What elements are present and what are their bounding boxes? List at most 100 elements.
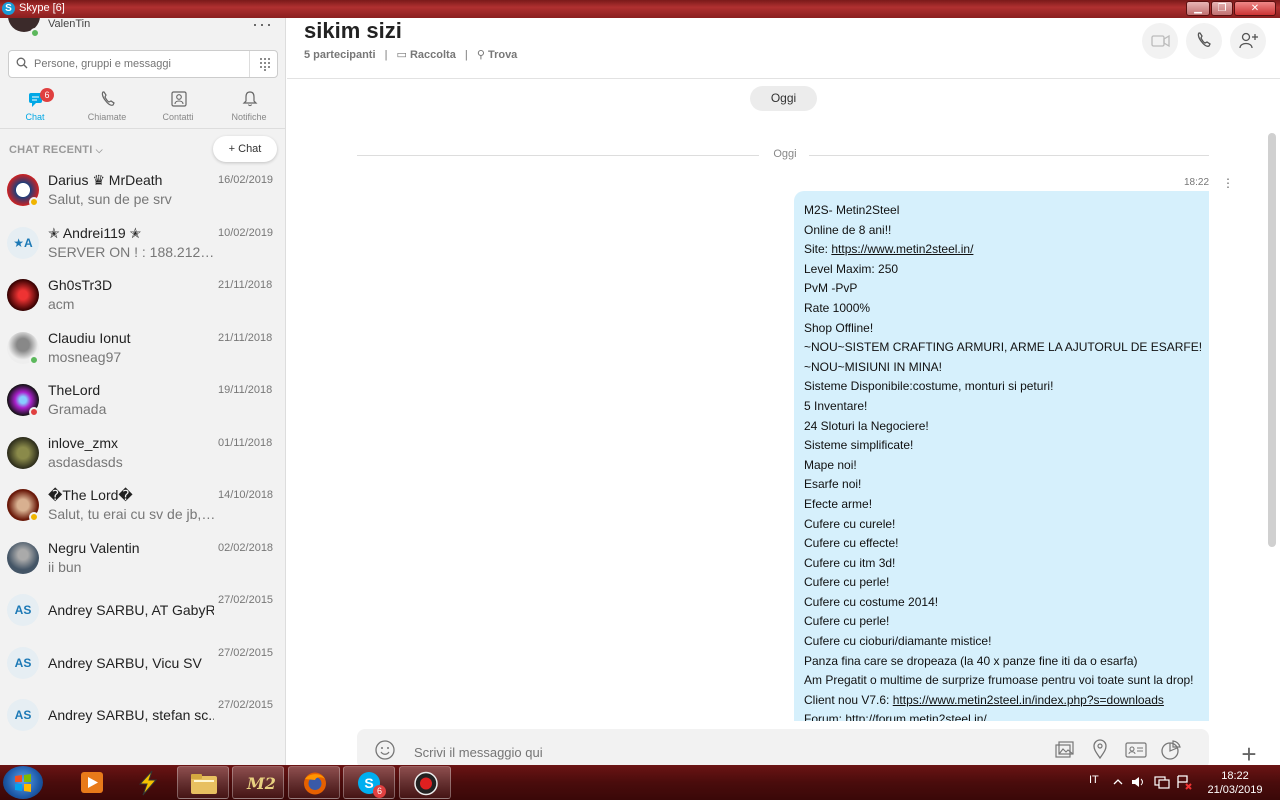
conversation-pane: sikim sizi 5 partecipanti | ▭ Raccolta |… xyxy=(287,18,1280,769)
message-line: Cufere cu cioburi/diamante mistice! xyxy=(804,632,1199,652)
message-line: Level Maxim: 250 xyxy=(804,260,1199,280)
minimize-button[interactable]: ▁ xyxy=(1186,1,1210,16)
taskbar-app[interactable] xyxy=(122,766,174,799)
video-call-button[interactable] xyxy=(1142,23,1178,59)
contact-card-icon[interactable] xyxy=(1124,739,1148,761)
volume-icon[interactable] xyxy=(1130,774,1146,790)
taskbar-media-player[interactable] xyxy=(66,766,118,799)
media-player-icon xyxy=(81,772,103,793)
start-button[interactable] xyxy=(3,766,43,799)
chat-list-item[interactable]: Gh0sTr3D acm 21/11/2018 xyxy=(0,277,285,329)
client-download-link[interactable]: https://www.metin2steel.in/index.php?s=d… xyxy=(893,693,1164,707)
chat-name: Darius ♛ MrDeath xyxy=(48,172,163,188)
search-input[interactable] xyxy=(34,55,244,73)
image-gallery-icon[interactable] xyxy=(1053,739,1075,761)
meta-separator: | xyxy=(464,49,468,61)
presence-status-icon xyxy=(29,354,39,365)
message-input[interactable] xyxy=(414,743,814,761)
tab-notifications[interactable]: Notifiche xyxy=(219,88,279,128)
chat-list-item[interactable]: AS Andrey SARBU, AT GabyR... 27/02/2015 xyxy=(0,592,285,644)
scrollbar[interactable] xyxy=(1268,133,1276,547)
new-chat-button[interactable]: + Chat xyxy=(213,136,277,162)
search-icon xyxy=(16,57,28,69)
network-icon[interactable] xyxy=(1153,774,1171,790)
maximize-button[interactable]: ❐ xyxy=(1211,1,1233,16)
message-line: Cufere cu itm 3d! xyxy=(804,554,1199,574)
chat-list-item[interactable]: AS Andrey SARBU, stefan sc... 27/02/2015 xyxy=(0,697,285,749)
contact-avatar: ★A xyxy=(7,226,39,259)
message-text: Cufere cu perle! xyxy=(804,614,890,629)
tray-expand-icon[interactable] xyxy=(1113,777,1123,787)
chat-list-item[interactable]: TheLord Gramada 19/11/2018 xyxy=(0,382,285,434)
search-box[interactable] xyxy=(8,50,278,78)
taskbar-metin2[interactable]: M2 xyxy=(232,766,284,799)
unread-badge: 6 xyxy=(40,88,54,102)
message-bubble[interactable]: M2S- Metin2Steel Online de 8 ani!! Site: h… xyxy=(794,191,1209,721)
message-text: Panza fina care se dropeaza (la 40 x pan… xyxy=(804,653,1138,668)
message-line: Site: https://www.metin2steel.in/ xyxy=(804,240,1199,260)
participants-link[interactable]: 5 partecipanti xyxy=(304,49,376,61)
message-line: Forum: http://forum.metin2steel.in/ xyxy=(804,710,1199,721)
language-indicator[interactable]: IT xyxy=(1089,774,1099,786)
search-separator xyxy=(249,51,250,77)
message-line: Am Pregatit o multime de surprize frumoa… xyxy=(804,671,1199,691)
taskbar-firefox[interactable] xyxy=(288,766,340,799)
skype-icon: S xyxy=(358,772,380,794)
chat-name: Negru Valentin xyxy=(48,539,140,556)
message-line: Shop Offline! xyxy=(804,319,1199,339)
taskbar-recorder[interactable] xyxy=(399,766,451,799)
message-options-button[interactable]: ⋮ xyxy=(1222,176,1234,190)
date-pill: Oggi xyxy=(750,86,817,111)
system-clock[interactable]: 18:22 21/03/2019 xyxy=(1205,769,1265,797)
message-text: Am Pregatit o multime de surprize frumoa… xyxy=(804,673,1194,688)
chat-list-item[interactable]: inlove_zmx asdasdasds 01/11/2018 xyxy=(0,435,285,487)
action-center-icon[interactable] xyxy=(1175,774,1193,790)
profile-name[interactable]: ValenTin xyxy=(48,18,90,30)
tab-calls[interactable]: Chiamate xyxy=(77,88,137,128)
gallery-link[interactable]: Raccolta xyxy=(410,49,456,61)
taskbar: M2 S 6 IT 18:22 21/03/2019 xyxy=(0,765,1280,800)
tab-contacts[interactable]: Contatti xyxy=(148,88,208,128)
message-line: ~NOU~SISTEM CRAFTING ARMURI, ARME LA AJU… xyxy=(804,338,1203,358)
tab-chat[interactable]: Chat xyxy=(5,88,65,128)
find-link[interactable]: Trova xyxy=(488,49,517,61)
taskbar-skype[interactable]: S 6 xyxy=(343,766,395,799)
contact-avatar: AS xyxy=(7,699,39,731)
chat-list-item[interactable]: Negru Valentin ii bun 02/02/2018 xyxy=(0,539,285,592)
window-title: Skype [6] xyxy=(19,2,65,14)
location-pin-icon[interactable] xyxy=(1091,738,1109,760)
chat-name: Andrey SARBU, AT GabyR... xyxy=(48,602,214,618)
close-button[interactable]: ✕ xyxy=(1234,1,1276,16)
conversation-title[interactable]: sikim sizi xyxy=(304,18,402,44)
chat-list-item[interactable]: �The Lord� Salut, tu erai cu sv de jb, pa… xyxy=(0,487,285,539)
emoji-icon[interactable] xyxy=(374,739,396,761)
more-options-button[interactable]: ··· xyxy=(252,18,273,35)
audio-call-button[interactable] xyxy=(1186,23,1222,59)
chat-name: �The Lord� xyxy=(48,487,133,503)
site-link[interactable]: https://www.metin2steel.in/ xyxy=(831,242,973,256)
message-text: Sisteme Disponibile:costume, monturi si … xyxy=(804,379,1054,394)
chat-list-item[interactable]: Darius ♛ MrDeath Salut, sun de pe srv 16/0… xyxy=(0,172,285,224)
chat-preview: Salut, sun de pe srv xyxy=(48,191,172,207)
message-line: Cufere cu perle! xyxy=(804,573,1199,593)
add-participant-button[interactable] xyxy=(1230,23,1266,59)
chat-preview: asdasdasds xyxy=(48,453,123,470)
tab-calls-label: Chiamate xyxy=(87,112,127,122)
message-line: Efecte arme! xyxy=(804,495,1199,515)
poll-icon[interactable] xyxy=(1159,738,1183,762)
message-text: Site: xyxy=(804,242,832,257)
clock-time: 18:22 xyxy=(1221,770,1249,782)
chat-list-item[interactable]: AS Andrey SARBU, Vicu SV 27/02/2015 xyxy=(0,645,285,697)
chat-list-item[interactable]: Claudiu Ionut mosneag97 21/11/2018 xyxy=(0,330,285,382)
taskbar-explorer[interactable] xyxy=(177,766,229,799)
chat-preview: Salut, tu erai cu sv de jb, pa... xyxy=(48,506,216,522)
message-line: Sisteme Disponibile:costume, monturi si … xyxy=(804,377,1199,397)
recent-chats-header[interactable]: CHAT RECENTI ⌵ xyxy=(9,144,103,156)
message-composer[interactable] xyxy=(357,729,1209,769)
add-content-button[interactable]: + xyxy=(1237,741,1261,767)
tab-chat-label: Chat xyxy=(25,112,45,122)
chat-list-item[interactable]: ★A ✭ Andrei119 ✭ SERVER ON ! : 188.212.100… xyxy=(0,225,285,277)
dialpad-icon[interactable] xyxy=(259,57,271,71)
message-text: Sisteme simplificate! xyxy=(804,438,914,453)
message-text: ~NOU~SISTEM CRAFTING ARMURI, ARME LA AJU… xyxy=(804,340,1203,355)
